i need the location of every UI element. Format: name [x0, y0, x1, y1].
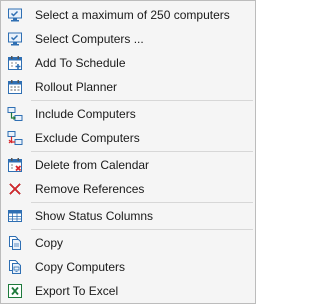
menu-item-label: Exclude Computers — [35, 131, 140, 145]
context-menu: Select a maximum of 250 computers Select… — [0, 0, 256, 304]
menu-separator — [31, 202, 253, 203]
network-include-icon — [7, 106, 23, 122]
red-x-icon — [7, 181, 23, 197]
calendar-add-icon — [7, 55, 23, 71]
copy-computers-icon — [7, 259, 23, 275]
menu-item-add-to-schedule[interactable]: Add To Schedule — [3, 52, 253, 74]
menu-item-show-status-columns[interactable]: Show Status Columns — [3, 205, 253, 227]
menu-item-exclude-computers[interactable]: Exclude Computers — [3, 127, 253, 149]
menu-separator — [31, 229, 253, 230]
menu-item-label: Export To Excel — [35, 284, 119, 298]
table-columns-icon — [7, 208, 23, 224]
menu-separator — [31, 151, 253, 152]
excel-icon — [7, 283, 23, 299]
menu-item-select-max-250[interactable]: Select a maximum of 250 computers — [3, 4, 253, 26]
menu-item-select-computers[interactable]: Select Computers ... — [3, 28, 253, 50]
menu-item-label: Show Status Columns — [35, 209, 154, 223]
menu-item-label: Copy — [35, 236, 64, 250]
calendar-grid-icon — [7, 79, 23, 95]
monitor-check-icon — [7, 7, 23, 23]
menu-item-copy[interactable]: Copy — [3, 232, 253, 254]
copy-icon — [7, 235, 23, 251]
menu-item-label: Include Computers — [35, 107, 136, 121]
menu-item-label: Select a maximum of 250 computers — [35, 8, 230, 22]
menu-item-delete-from-calendar[interactable]: Delete from Calendar — [3, 154, 253, 176]
network-exclude-icon — [7, 130, 23, 146]
menu-item-rollout-planner[interactable]: Rollout Planner — [3, 76, 253, 98]
menu-item-label: Delete from Calendar — [35, 158, 150, 172]
menu-item-export-to-excel[interactable]: Export To Excel — [3, 280, 253, 302]
calendar-delete-icon — [7, 157, 23, 173]
monitor-check-icon — [7, 31, 23, 47]
menu-separator — [31, 100, 253, 101]
menu-item-copy-computers[interactable]: Copy Computers — [3, 256, 253, 278]
menu-item-label: Copy Computers — [35, 260, 126, 274]
menu-item-label: Add To Schedule — [35, 56, 126, 70]
menu-item-label: Rollout Planner — [35, 80, 118, 94]
menu-item-label: Remove References — [35, 182, 145, 196]
menu-item-include-computers[interactable]: Include Computers — [3, 103, 253, 125]
menu-item-label: Select Computers ... — [35, 32, 144, 46]
menu-item-remove-references[interactable]: Remove References — [3, 178, 253, 200]
